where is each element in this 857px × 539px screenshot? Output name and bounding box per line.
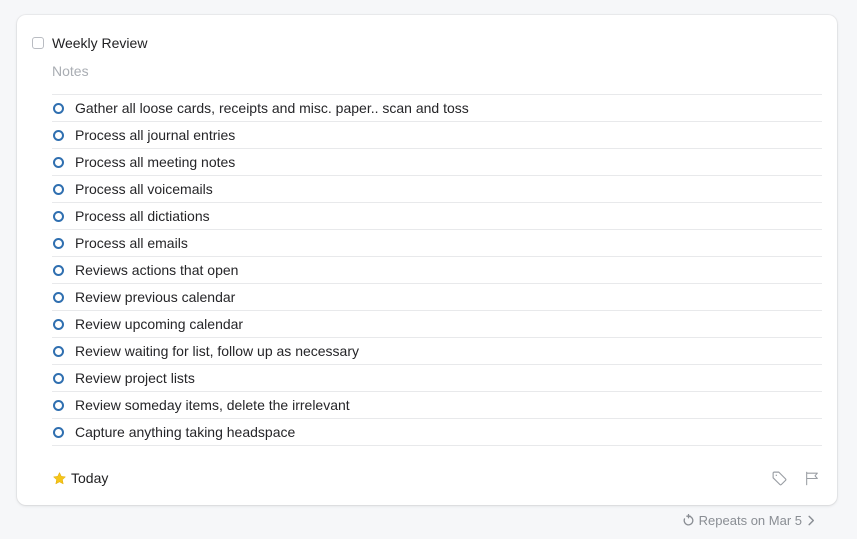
checklist-item-label[interactable]: Process all dictiations [75, 207, 210, 225]
checklist-item-checkbox[interactable] [53, 372, 64, 384]
chevron-right-icon [808, 515, 815, 526]
checklist-item-checkbox[interactable] [53, 426, 64, 438]
checklist-item: Review upcoming calendar [52, 311, 822, 338]
checklist-item: Reviews actions that open [52, 257, 822, 284]
checklist-item-checkbox[interactable] [53, 345, 64, 357]
checklist-item-checkbox[interactable] [53, 102, 64, 114]
checklist-item: Review waiting for list, follow up as ne… [52, 338, 822, 365]
task-card: Weekly Review Notes Gather all loose car… [17, 15, 837, 505]
checklist-item: Review previous calendar [52, 284, 822, 311]
repeat-button[interactable]: Repeats on Mar 5 [682, 513, 815, 528]
tag-icon [772, 471, 786, 485]
tag-button[interactable] [770, 469, 788, 487]
flag-icon [806, 471, 818, 485]
checklist-item-label[interactable]: Reviews actions that open [75, 261, 238, 279]
star-icon [53, 471, 66, 484]
checklist-item: Review project lists [52, 365, 822, 392]
repeat-label: Repeats on Mar 5 [698, 513, 802, 528]
checklist-item-checkbox[interactable] [53, 237, 64, 249]
checklist-item: Gather all loose cards, receipts and mis… [52, 95, 822, 122]
checklist-item: Process all voicemails [52, 176, 822, 203]
checklist-item: Process all dictiations [52, 203, 822, 230]
checklist-item-checkbox[interactable] [53, 183, 64, 195]
when-label: Today [71, 470, 109, 486]
checklist-item-label[interactable]: Process all journal entries [75, 126, 235, 144]
checklist-item-label[interactable]: Review waiting for list, follow up as ne… [75, 342, 359, 360]
checklist-item-label[interactable]: Process all meeting notes [75, 153, 235, 171]
checklist-item: Process all meeting notes [52, 149, 822, 176]
repeat-icon [683, 514, 694, 526]
checklist-item-checkbox[interactable] [53, 264, 64, 276]
checklist-item-label[interactable]: Review previous calendar [75, 288, 235, 306]
checklist-item: Capture anything taking headspace [52, 419, 822, 446]
checklist: Gather all loose cards, receipts and mis… [52, 94, 822, 446]
notes-field[interactable]: Notes [52, 62, 89, 80]
checklist-item-checkbox[interactable] [53, 318, 64, 330]
checklist-item-label[interactable]: Review upcoming calendar [75, 315, 243, 333]
flag-button[interactable] [803, 469, 821, 487]
when-button[interactable]: Today [52, 469, 108, 487]
checklist-item: Process all journal entries [52, 122, 822, 149]
checklist-item-label[interactable]: Review project lists [75, 369, 195, 387]
footer-actions [770, 469, 821, 487]
checklist-item-checkbox[interactable] [53, 399, 64, 411]
checklist-item-label[interactable]: Capture anything taking headspace [75, 423, 295, 441]
checklist-item-label[interactable]: Review someday items, delete the irrelev… [75, 396, 350, 414]
task-complete-checkbox[interactable] [32, 37, 44, 49]
checklist-item-checkbox[interactable] [53, 291, 64, 303]
checklist-item: Process all emails [52, 230, 822, 257]
checklist-item: Review someday items, delete the irrelev… [52, 392, 822, 419]
checklist-item-checkbox[interactable] [53, 129, 64, 141]
task-title-row: Weekly Review [32, 34, 147, 52]
checklist-item-checkbox[interactable] [53, 210, 64, 222]
checklist-item-label[interactable]: Process all voicemails [75, 180, 213, 198]
checklist-item-label[interactable]: Process all emails [75, 234, 188, 252]
task-title[interactable]: Weekly Review [52, 34, 147, 52]
checklist-item-label[interactable]: Gather all loose cards, receipts and mis… [75, 99, 469, 117]
checklist-item-checkbox[interactable] [53, 156, 64, 168]
